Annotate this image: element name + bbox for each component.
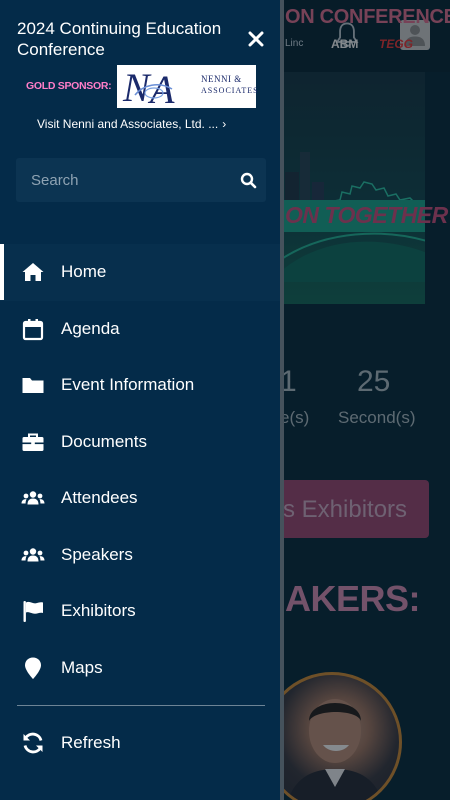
logo-name-line1: NENNI & — [201, 74, 242, 84]
nav-item-home[interactable]: Home — [0, 244, 280, 301]
logo-name-line2: ASSOCIATES — [201, 86, 259, 95]
flag-icon — [23, 601, 43, 622]
search-input[interactable] — [16, 158, 236, 202]
navigation-drawer: 2024 Continuing Education Conference GOL… — [0, 0, 280, 800]
nav-item-label: Maps — [61, 657, 103, 677]
drawer-edge-shadow — [280, 0, 284, 800]
users-icon — [21, 547, 45, 561]
refresh-button[interactable]: Refresh — [0, 715, 280, 771]
sponsor-website-link[interactable]: Visit Nenni and Associates, Ltd. ... › — [37, 117, 257, 131]
nav-item-label: Attendees — [61, 488, 138, 507]
gold-sponsor-label: GOLD SPONSOR: — [26, 80, 112, 92]
refresh-label: Refresh — [61, 733, 121, 752]
search-icon[interactable] — [240, 172, 257, 189]
nav-item-speakers[interactable]: Speakers — [0, 527, 280, 584]
drawer-nav-menu: Home Agenda Event Information Documents … — [0, 244, 280, 696]
search-box — [16, 158, 266, 202]
calendar-icon — [22, 318, 44, 340]
nav-item-event-information[interactable]: Event Information — [0, 357, 280, 414]
nav-item-label: Exhibitors — [61, 601, 136, 620]
map-pin-icon — [25, 657, 41, 679]
nav-item-label: Speakers — [61, 544, 133, 564]
nav-item-agenda[interactable]: Agenda — [0, 301, 280, 358]
sponsor-link-text: Visit Nenni and Associates, Ltd. ... — [37, 117, 219, 131]
nenni-associates-logo[interactable]: N A NENNI & ASSOCIATES — [117, 65, 259, 112]
nav-item-label: Agenda — [61, 318, 120, 338]
refresh-icon — [23, 732, 43, 754]
briefcase-icon — [22, 433, 44, 451]
users-icon — [21, 491, 45, 505]
close-icon[interactable] — [246, 29, 266, 49]
home-icon — [22, 263, 44, 281]
nav-item-maps[interactable]: Maps — [0, 640, 280, 697]
nav-item-documents[interactable]: Documents — [0, 414, 280, 471]
nav-item-exhibitors[interactable]: Exhibitors — [0, 583, 280, 640]
nav-item-label: Event Information — [61, 375, 195, 394]
chevron-right-icon: › — [222, 117, 227, 131]
folder-icon — [22, 378, 44, 393]
nav-item-attendees[interactable]: Attendees — [0, 470, 280, 527]
nav-item-label: Home — [61, 262, 107, 281]
event-title: 2024 Continuing Education Conference — [17, 19, 222, 59]
nav-divider — [17, 705, 265, 706]
nav-item-label: Documents — [61, 431, 147, 451]
